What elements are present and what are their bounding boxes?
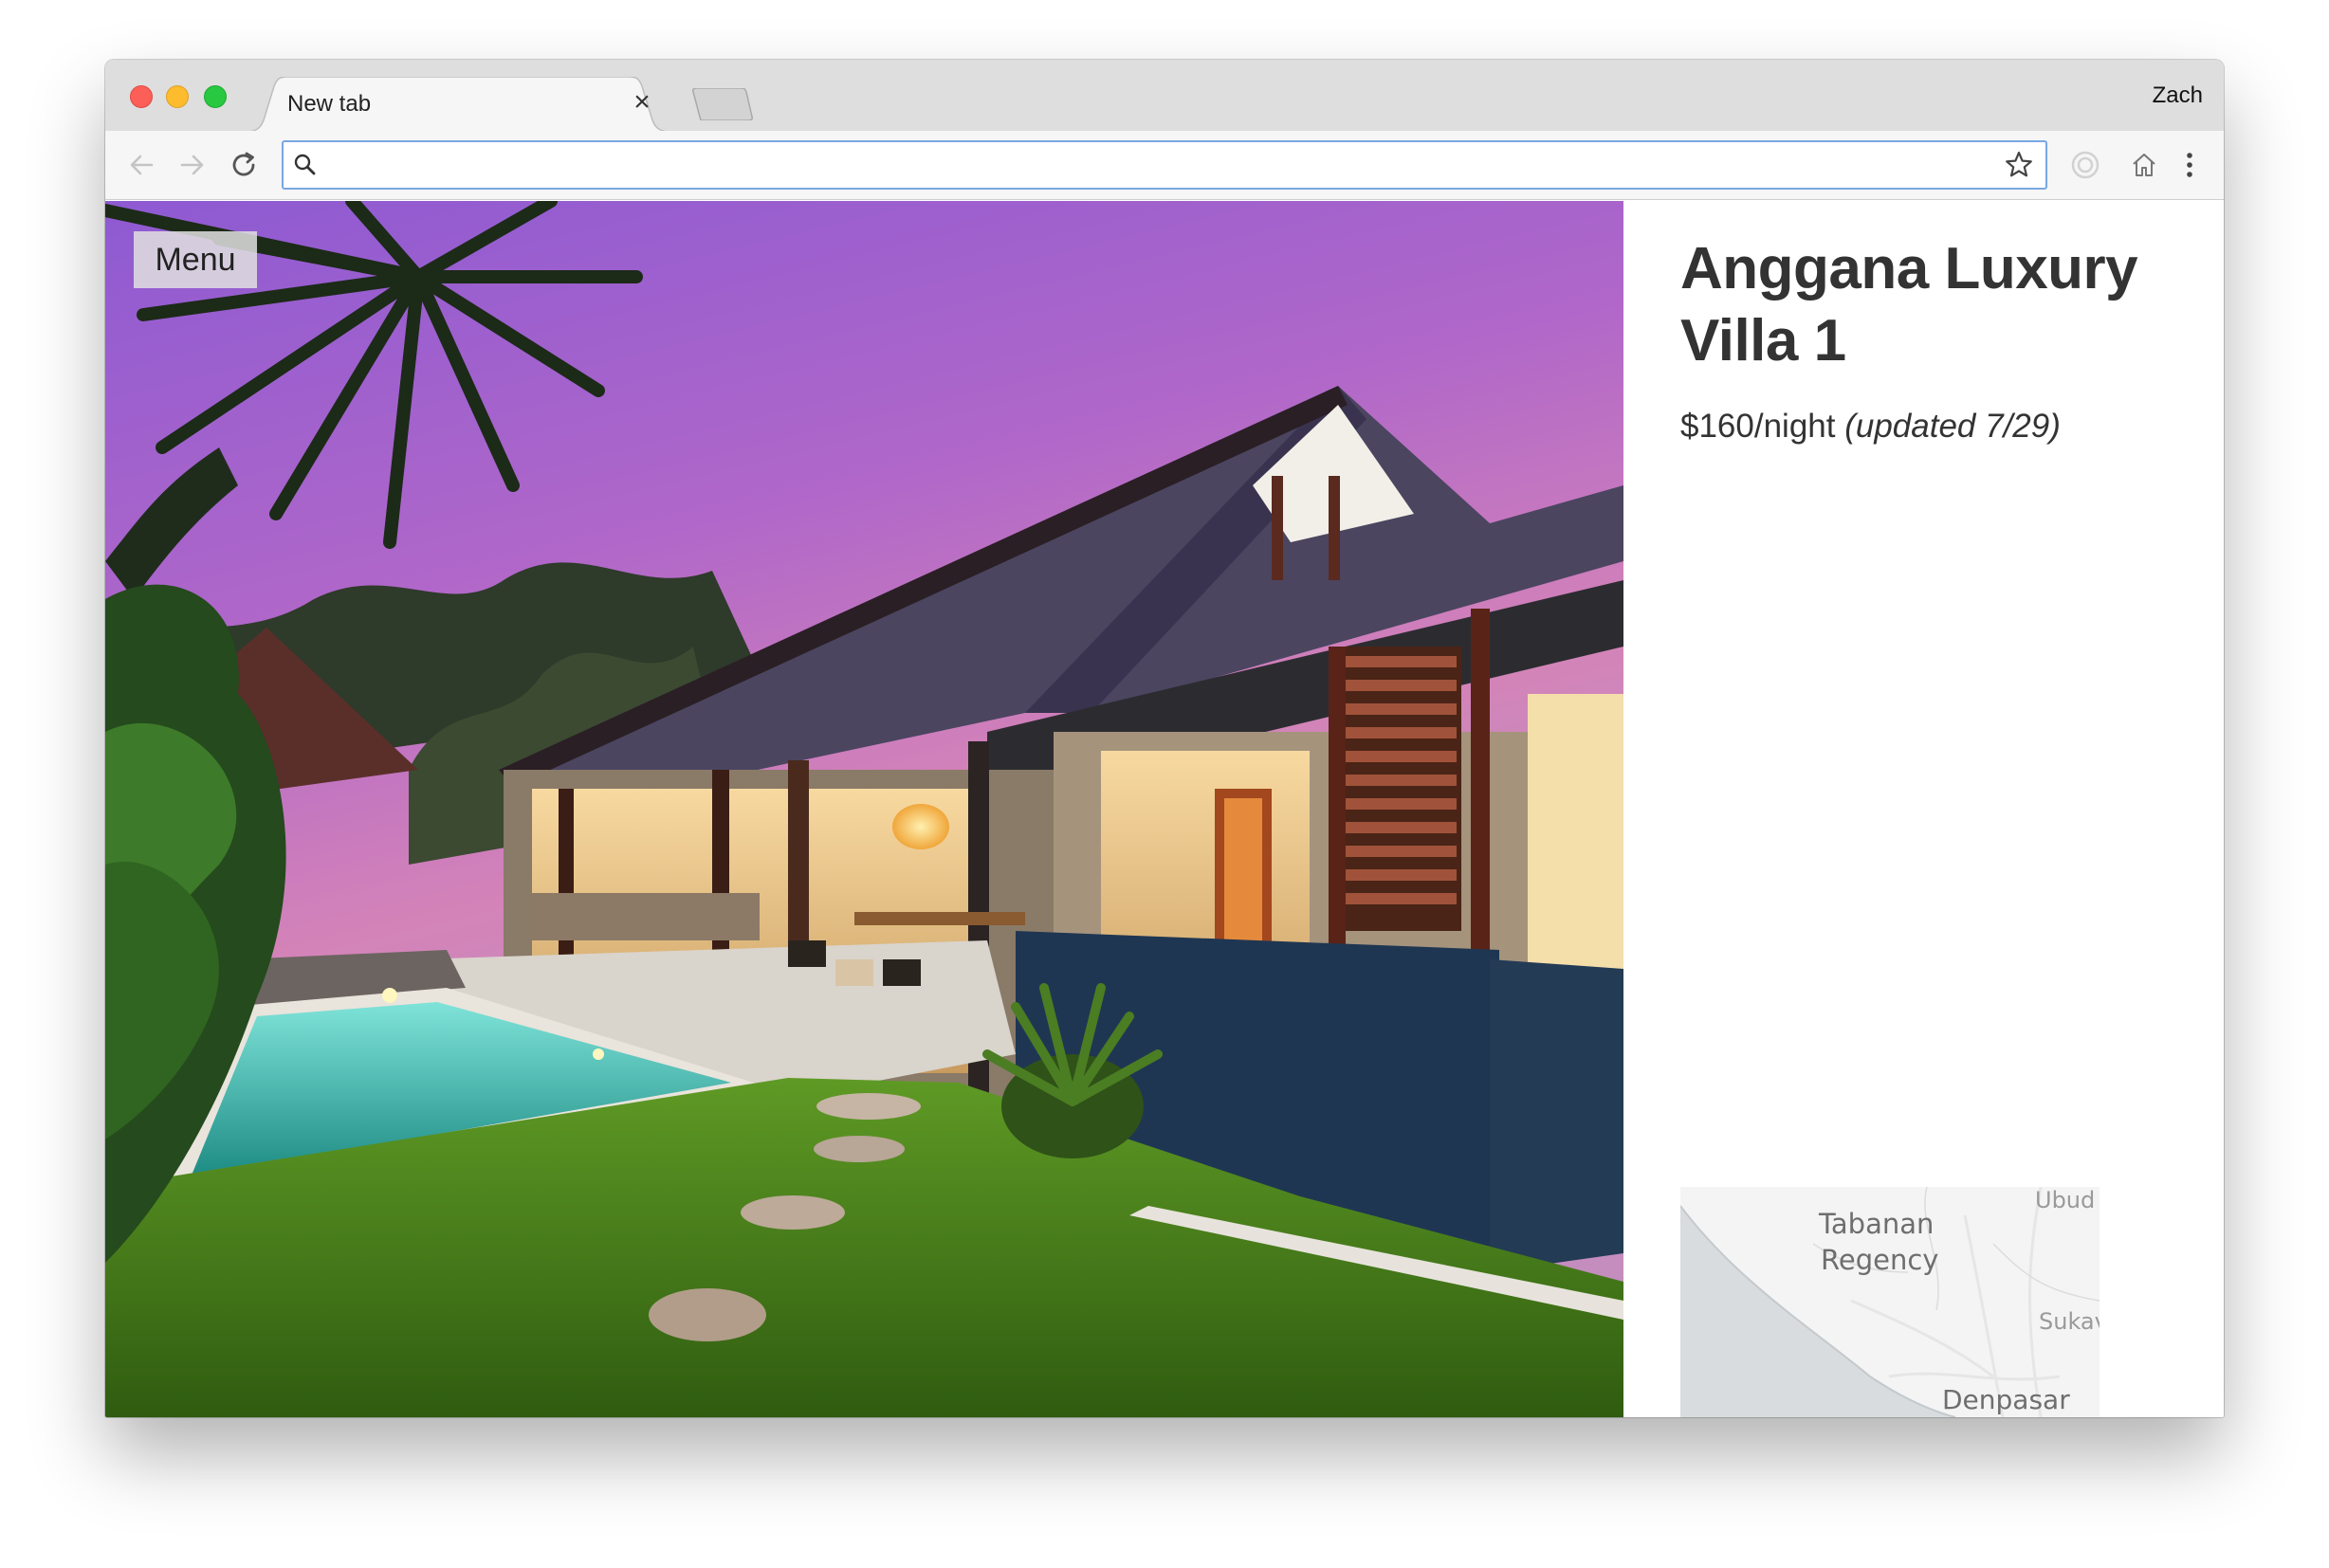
page-content: Menu Anggana Luxury Villa 1 $160/night (… — [105, 201, 2224, 1417]
map-label-ubud: Ubud — [2035, 1187, 2096, 1213]
map-label-denpasar: Denpasar — [1942, 1384, 2070, 1415]
reload-icon[interactable] — [227, 148, 261, 182]
tab-close-icon[interactable]: × — [629, 88, 655, 117]
map-label-regency: Regency — [1821, 1244, 1939, 1276]
listing-details: Anggana Luxury Villa 1 $160/night (updat… — [1623, 201, 2224, 1417]
profile-name[interactable]: Zach — [2153, 82, 2203, 109]
listing-price: $160/night — [1680, 408, 1836, 445]
tab-new-tab[interactable]: New tab × — [246, 77, 670, 132]
address-bar[interactable] — [282, 140, 2047, 190]
address-input[interactable] — [331, 146, 1981, 184]
map-label-tabanan: Tabanan — [1819, 1208, 1935, 1240]
home-icon[interactable] — [2127, 148, 2161, 182]
arrow-right-icon[interactable] — [175, 148, 210, 182]
window-maximize-button[interactable] — [204, 85, 227, 108]
extension-icon[interactable] — [2068, 148, 2102, 182]
arrow-left-icon[interactable] — [124, 148, 158, 182]
browser-toolbar — [105, 131, 2224, 200]
listing-updated: (updated 7/29) — [1844, 408, 2061, 445]
new-tab-icon — [692, 87, 753, 121]
tab-strip: New tab × Zach — [105, 60, 2224, 132]
map-label-sukav: Sukav — [2039, 1308, 2100, 1335]
kebab-menu-icon[interactable] — [2173, 148, 2207, 182]
location-map[interactable]: Tabanan Regency Ubud Sukav Denpasar — [1680, 1187, 2100, 1417]
villa-photo-illustration — [105, 201, 1623, 1417]
tab-title: New tab — [287, 91, 372, 117]
listing-price-line: $160/night (updated 7/29) — [1680, 408, 2061, 446]
window-close-button[interactable] — [130, 85, 153, 108]
listing-title: Anggana Luxury Villa 1 — [1680, 236, 2138, 374]
browser-window: New tab × Zach Menu Anggana Luxury Villa… — [105, 60, 2224, 1417]
window-minimize-button[interactable] — [166, 85, 189, 108]
search-icon — [294, 154, 316, 175]
star-icon[interactable] — [2004, 150, 2034, 180]
new-tab-button[interactable] — [691, 87, 754, 125]
villa-photo: Menu — [105, 201, 1623, 1417]
menu-button[interactable]: Menu — [134, 231, 257, 288]
